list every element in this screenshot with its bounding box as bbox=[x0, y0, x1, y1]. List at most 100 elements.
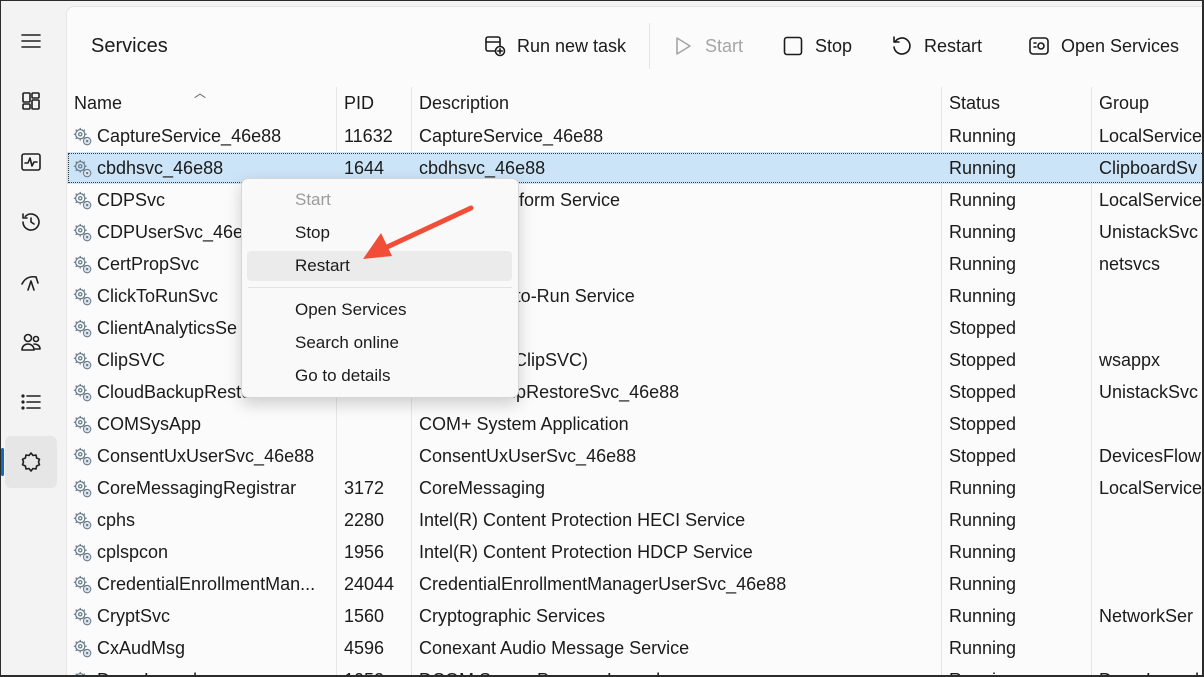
cell-group: wsappx bbox=[1099, 350, 1161, 370]
table-row[interactable]: CredentialEnrollmentMan... 24044 Credentia… bbox=[67, 568, 1202, 600]
cell-group: netsvcs bbox=[1099, 254, 1161, 274]
cell-name: cphs bbox=[97, 510, 136, 530]
cell-name: DcomLaunch bbox=[97, 664, 335, 675]
performance-icon[interactable] bbox=[5, 136, 57, 188]
app-history-icon[interactable] bbox=[5, 196, 57, 248]
gear-service-icon bbox=[73, 447, 92, 466]
cell-description: DCOM Server Process Launcher bbox=[419, 664, 939, 675]
cell-group: UnistackSvc bbox=[1099, 222, 1199, 242]
cell-group bbox=[1099, 504, 1202, 536]
cell-description: Intel(R) Content Protection HDCP Service bbox=[419, 542, 753, 562]
cell-pid: 24044 bbox=[344, 574, 395, 594]
column-header-description[interactable]: Description bbox=[412, 87, 942, 119]
menu-divider bbox=[248, 287, 512, 288]
cell-group bbox=[1099, 632, 1202, 664]
gear-service-icon bbox=[73, 639, 92, 658]
cell-pid: 4596 bbox=[344, 638, 385, 658]
menu-item-search-online[interactable]: Search online bbox=[247, 328, 512, 358]
gear-service-icon bbox=[73, 511, 92, 530]
services-table: CaptureService_46e88 11632 CaptureService_… bbox=[67, 120, 1202, 675]
startup-apps-icon[interactable] bbox=[5, 256, 57, 308]
cell-status: Running bbox=[949, 190, 1017, 210]
table-row[interactable]: COMSysApp COM+ System Application Stopped bbox=[67, 408, 1202, 440]
open-services-button[interactable]: Open Services bbox=[1027, 29, 1179, 63]
users-icon[interactable] bbox=[5, 316, 57, 368]
gear-service-icon bbox=[73, 127, 92, 146]
restart-label: Restart bbox=[924, 35, 983, 56]
gear-service-icon bbox=[73, 287, 92, 306]
cell-group: LocalService bbox=[1099, 190, 1202, 210]
cell-pid: 1560 bbox=[344, 606, 385, 626]
table-row[interactable]: ClipSVCse Service (ClipSVC)Stoppedwsappx bbox=[67, 344, 1202, 376]
gear-service-icon bbox=[73, 255, 92, 274]
open-services-label: Open Services bbox=[1061, 35, 1180, 56]
cell-status: Running bbox=[949, 286, 1017, 306]
menu-item-start[interactable]: Start bbox=[247, 185, 512, 215]
gear-service-icon bbox=[73, 607, 92, 626]
gear-service-icon bbox=[73, 351, 92, 370]
stop-icon bbox=[783, 36, 803, 56]
cell-name: CoreMessagingRegistrar bbox=[97, 478, 297, 498]
gear-service-icon bbox=[73, 415, 92, 434]
cell-group bbox=[1099, 408, 1202, 440]
open-services-icon bbox=[1029, 37, 1049, 55]
cell-status: Running bbox=[949, 478, 1017, 498]
cell-status: Running bbox=[949, 664, 1089, 675]
cell-description: Intel(R) Content Protection HECI Service bbox=[419, 510, 746, 530]
cell-status: Running bbox=[949, 510, 1017, 530]
processes-icon[interactable] bbox=[5, 75, 57, 127]
start-button[interactable]: Start bbox=[671, 29, 743, 63]
cell-group bbox=[1099, 312, 1202, 344]
column-header-pid[interactable]: PID bbox=[337, 87, 412, 119]
table-row[interactable]: cbdhsvc_46e88 1644 cbdhsvc_46e88 Running Cli… bbox=[67, 152, 1202, 184]
hamburger-icon[interactable] bbox=[5, 15, 57, 67]
restart-button[interactable]: Restart bbox=[890, 29, 982, 63]
gear-service-icon bbox=[73, 319, 92, 338]
services-icon[interactable] bbox=[5, 436, 57, 488]
table-row[interactable]: CoreMessagingRegistrar 3172 CoreMessaging R… bbox=[67, 472, 1202, 504]
column-header-group[interactable]: Group bbox=[1092, 87, 1202, 119]
table-row[interactable]: CaptureService_46e88 11632 CaptureService_… bbox=[67, 120, 1202, 152]
table-row[interactable]: cplspcon 1956 Intel(R) Content Protection … bbox=[67, 536, 1202, 568]
services-panel: Services Run new task Start Stop Restart… bbox=[66, 6, 1202, 675]
cell-description: CoreMessaging bbox=[419, 478, 546, 498]
table-row[interactable]: ConsentUxUserSvc_46e88 ConsentUxUserSvc_4… bbox=[67, 440, 1202, 472]
gear-service-icon bbox=[73, 543, 92, 562]
cell-group: LocalService bbox=[1099, 126, 1202, 146]
gear-service-icon bbox=[73, 159, 92, 178]
cell-group: NetworkSer bbox=[1099, 606, 1194, 626]
cell-status: Running bbox=[949, 638, 1017, 658]
table-row[interactable]: cphs 2280 Intel(R) Content Protection HECI… bbox=[67, 504, 1202, 536]
details-icon[interactable] bbox=[5, 376, 57, 428]
cell-group: ClipboardSv bbox=[1099, 158, 1198, 178]
menu-item-stop[interactable]: Stop bbox=[247, 218, 512, 248]
gear-service-icon bbox=[73, 191, 92, 210]
table-row[interactable]: CloudBackupResto CloudBackupRestoreSvc_46… bbox=[67, 376, 1202, 408]
cell-status: Running bbox=[949, 158, 1017, 178]
column-header-status[interactable]: Status bbox=[942, 87, 1092, 119]
gear-service-icon bbox=[73, 223, 92, 242]
cell-status: Stopped bbox=[949, 414, 1017, 434]
stop-label: Stop bbox=[815, 35, 853, 56]
menu-item-open-services[interactable]: Open Services bbox=[247, 295, 512, 325]
table-header: Name PID Description Status Group bbox=[67, 87, 1202, 119]
gear-service-icon bbox=[73, 383, 92, 402]
menu-item-go-to-details[interactable]: Go to details bbox=[247, 361, 512, 391]
cell-name: ConsentUxUserSvc_46e88 bbox=[97, 446, 315, 466]
table-row[interactable]: CDPUserSvc_46ec_46e88RunningUnistackSvc bbox=[67, 216, 1202, 248]
cell-pid bbox=[344, 440, 410, 472]
cell-name: cplspcon bbox=[97, 542, 169, 562]
table-row[interactable]: DcomLaunch 1052 DCOM Server Process Launch… bbox=[67, 664, 1202, 675]
cell-pid: 3172 bbox=[344, 478, 385, 498]
table-row[interactable]: ClientAnalyticsSeticsServiceStopped bbox=[67, 312, 1202, 344]
cell-name: CredentialEnrollmentMan... bbox=[97, 574, 316, 594]
stop-button[interactable]: Stop bbox=[781, 29, 852, 63]
menu-item-restart[interactable]: Restart bbox=[247, 251, 512, 281]
run-new-task-button[interactable]: Run new task bbox=[483, 29, 626, 63]
cell-description: CaptureService_46e88 bbox=[419, 126, 604, 146]
table-row[interactable]: CxAudMsg 4596 Conexant Audio Message Servi… bbox=[67, 632, 1202, 664]
table-row[interactable]: CertPropSvcPropagationRunningnetsvcs bbox=[67, 248, 1202, 280]
table-row[interactable]: CryptSvc 1560 Cryptographic Services Runnin… bbox=[67, 600, 1202, 632]
table-row[interactable]: CDPSvc Devices Platform Service Running Loc… bbox=[67, 184, 1202, 216]
table-row[interactable]: ClickToRunSvc Office Click-to-Run Service… bbox=[67, 280, 1202, 312]
